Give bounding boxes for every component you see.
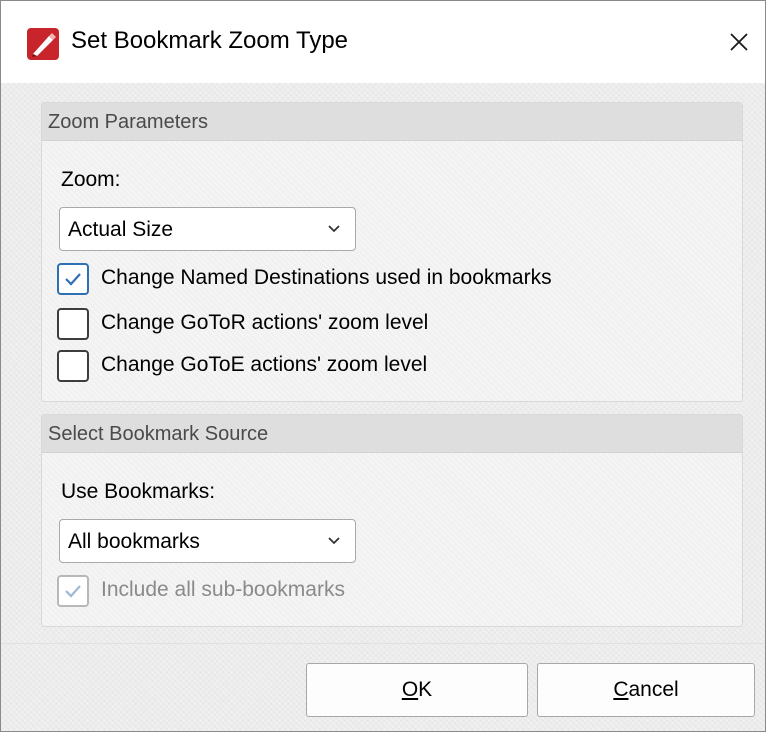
- zoom-parameters-header: Zoom Parameters: [42, 103, 742, 141]
- bookmarks-select[interactable]: All bookmarks: [59, 519, 356, 563]
- set-bookmark-zoom-dialog: Set Bookmark Zoom Type Zoom Parameters Z…: [0, 0, 766, 732]
- checkmark-icon: [65, 273, 81, 286]
- close-icon: [730, 33, 748, 51]
- zoom-select[interactable]: Actual Size: [59, 207, 356, 251]
- checkmark-icon: [65, 585, 81, 598]
- change-gotoe-checkbox[interactable]: [57, 350, 89, 382]
- change-named-destinations-checkbox[interactable]: [57, 263, 89, 295]
- ok-button[interactable]: OK: [306, 663, 528, 717]
- chevron-down-icon: [328, 225, 340, 233]
- cancel-button[interactable]: Cancel: [537, 663, 755, 717]
- cancel-label-rest: ancel: [628, 678, 679, 701]
- change-gotoe-label: Change GoToE actions' zoom level: [101, 353, 428, 376]
- ok-label-rest: K: [418, 678, 433, 701]
- change-named-destinations-label: Change Named Destinations used in bookma…: [101, 266, 552, 289]
- pdf-editor-icon: [27, 28, 59, 60]
- change-gotor-checkbox[interactable]: [57, 308, 89, 340]
- zoom-label: Zoom:: [61, 168, 121, 191]
- zoom-select-value: Actual Size: [68, 218, 174, 241]
- title-bar: Set Bookmark Zoom Type: [1, 1, 765, 83]
- bookmark-source-header: Select Bookmark Source: [42, 415, 742, 453]
- zoom-parameters-group: Zoom Parameters Zoom: Actual Size Change…: [41, 102, 743, 402]
- footer-divider: [1, 643, 765, 644]
- ok-mnemonic: O: [401, 678, 419, 701]
- window-title: Set Bookmark Zoom Type: [71, 27, 349, 54]
- bookmark-source-group: Select Bookmark Source Use Bookmarks: Al…: [41, 414, 743, 627]
- close-button[interactable]: [719, 21, 759, 63]
- bookmarks-select-value: All bookmarks: [68, 530, 200, 553]
- use-bookmarks-label: Use Bookmarks:: [61, 480, 216, 503]
- change-gotor-label: Change GoToR actions' zoom level: [101, 311, 429, 334]
- include-sub-bookmarks-checkbox[interactable]: [57, 575, 89, 607]
- cancel-mnemonic: C: [613, 678, 629, 701]
- include-sub-bookmarks-label: Include all sub-bookmarks: [101, 578, 345, 601]
- chevron-down-icon: [328, 537, 340, 545]
